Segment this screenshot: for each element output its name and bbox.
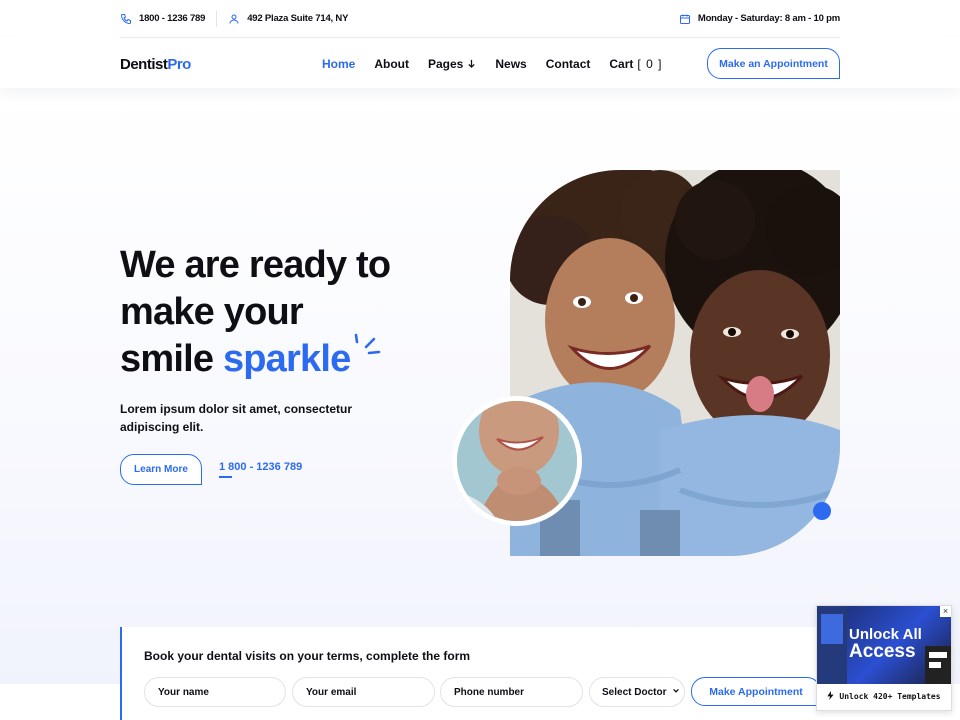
chevron-down-icon (467, 57, 476, 71)
hero-title-accent: sparkle (222, 338, 351, 380)
promo-headline: Unlock All Access (849, 626, 929, 662)
phone-field[interactable]: Phone number (440, 677, 583, 707)
nav-home[interactable]: Home (322, 57, 355, 71)
hero-phone-link[interactable]: 1 800 - 1236 789 (219, 461, 302, 473)
top-info-bar: 1800 - 1236 789 492 Plaza Suite 714, NY … (120, 0, 840, 38)
nav-contact[interactable]: Contact (546, 57, 591, 71)
contact-info: 1800 - 1236 789 492 Plaza Suite 714, NY (120, 10, 348, 27)
name-field[interactable]: Your name (144, 677, 286, 707)
topbar-address: 492 Plaza Suite 714, NY (228, 13, 348, 25)
make-appointment-button[interactable]: Make an Appointment (707, 48, 840, 79)
logo-accent: Pro (167, 56, 191, 73)
email-field[interactable]: Your email (292, 677, 435, 707)
nav-about[interactable]: About (374, 57, 409, 71)
location-icon (228, 13, 240, 25)
topbar-hours: Monday - Saturday: 8 am - 10 pm (679, 13, 840, 25)
phone-icon (120, 13, 132, 25)
phone-underline (219, 476, 232, 478)
learn-more-button[interactable]: Learn More (120, 454, 202, 485)
bolt-icon (827, 691, 835, 702)
smiling-woman-illustration (457, 401, 577, 521)
topbar-phone-text: 1800 - 1236 789 (139, 13, 206, 24)
hero-title-line2: make your (120, 291, 304, 333)
nav-cart[interactable]: Cart [ 0 ] (609, 57, 662, 71)
nav-pages[interactable]: Pages (428, 57, 476, 71)
chevron-down-icon (672, 687, 680, 698)
cart-count: [ 0 ] (637, 57, 663, 71)
hero-title-line3: smile (120, 338, 223, 380)
divider (216, 10, 218, 27)
hero-title-line1: We are ready to (120, 244, 391, 286)
hero-secondary-photo (452, 396, 582, 526)
submit-appointment-button[interactable]: Make Appointment (691, 677, 821, 706)
topbar-address-text: 492 Plaza Suite 714, NY (247, 13, 349, 24)
promo-footer-text: Unlock 420+ Templates (839, 692, 941, 701)
close-icon[interactable]: × (940, 606, 951, 617)
calendar-icon (679, 13, 691, 25)
hero-title: We are ready to make your smile sparkle (120, 242, 391, 383)
doctor-select[interactable]: Select Doctor (589, 677, 685, 707)
promo-footer[interactable]: Unlock 420+ Templates (817, 683, 951, 710)
promo-banner[interactable]: Unlock All Access (817, 606, 951, 684)
nav-pages-label: Pages (428, 57, 464, 71)
hero-description: Lorem ipsum dolor sit amet, consectetur … (120, 402, 353, 434)
nav-news[interactable]: News (495, 57, 526, 71)
promo-headline-line2: Access (849, 641, 916, 662)
logo-main: Dentist (120, 56, 168, 73)
doctor-select-label: Select Doctor (602, 686, 667, 698)
topbar-hours-text: Monday - Saturday: 8 am - 10 pm (697, 13, 840, 24)
promo-popup[interactable]: Unlock All Access × Unlock 420+ Template… (816, 605, 952, 711)
booking-title: Book your dental visits on your terms, c… (144, 649, 471, 663)
logo[interactable]: DentistPro (120, 56, 191, 73)
decorative-dot (813, 502, 831, 520)
nav-cart-label: Cart (609, 57, 634, 71)
sparkle-icon (354, 333, 381, 355)
topbar-phone[interactable]: 1800 - 1236 789 (120, 13, 205, 25)
booking-form: Book your dental visits on your terms, c… (120, 627, 821, 720)
main-nav: Home About Pages News Contact Cart [ 0 ] (322, 57, 662, 71)
site-header: DentistPro Home About Pages News Contact… (0, 38, 960, 88)
